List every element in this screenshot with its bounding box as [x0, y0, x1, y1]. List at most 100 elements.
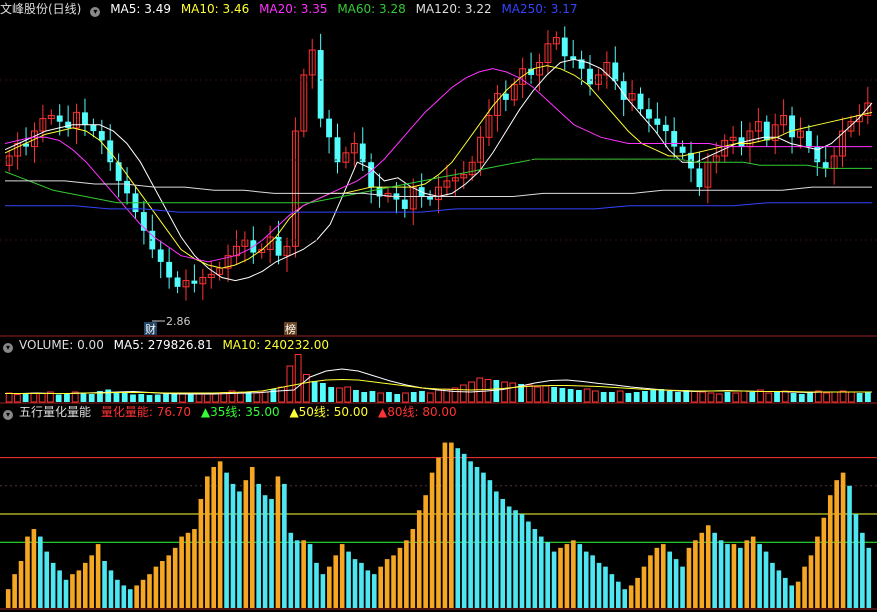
energy-bar — [628, 585, 634, 608]
energy-bar — [397, 547, 403, 608]
energy-bar — [731, 544, 737, 608]
volume-bar — [715, 393, 723, 403]
volume-bar — [344, 386, 352, 403]
energy-bar — [648, 555, 653, 608]
energy-bar — [705, 525, 711, 608]
volume-bar — [525, 384, 533, 403]
energy-bar — [526, 521, 531, 608]
energy-bar — [699, 532, 705, 608]
volume-bar — [650, 390, 657, 402]
energy-bar — [551, 551, 557, 608]
energy-bar — [654, 547, 660, 608]
energy-bar — [359, 562, 364, 608]
volume-bar — [616, 390, 624, 403]
energy-bar — [95, 544, 101, 608]
volume-bar — [575, 390, 582, 402]
candle-body — [334, 137, 341, 163]
candle-body — [317, 50, 324, 119]
candle-body — [166, 261, 173, 278]
volume-bar — [154, 394, 161, 402]
volume-bar — [55, 394, 62, 402]
energy-bar — [25, 536, 30, 608]
energy-bar — [442, 442, 448, 608]
energy-bar — [115, 579, 120, 608]
energy-bar — [834, 480, 839, 608]
rank-marker[interactable]: 榜 — [285, 322, 296, 336]
volume-bar — [377, 392, 385, 403]
volume-bar — [88, 394, 95, 402]
volume-bar — [410, 392, 417, 402]
energy-bar — [237, 491, 242, 608]
energy-bar — [249, 467, 255, 608]
volume-bar — [121, 393, 128, 402]
energy-bar — [262, 495, 268, 608]
energy-bar — [243, 480, 249, 608]
energy-bar — [802, 566, 807, 608]
energy-bar — [423, 495, 428, 608]
energy-bar — [481, 472, 486, 608]
volume-bar — [105, 389, 112, 402]
volume-bar — [320, 383, 326, 402]
energy-bar — [185, 532, 191, 608]
volume-bar — [353, 390, 359, 402]
ma-line-ma5 — [4, 58, 873, 282]
energy-bar — [622, 589, 628, 608]
ma-line-ma20 — [4, 68, 872, 263]
energy-bar — [275, 476, 281, 608]
energy-bar — [44, 551, 50, 608]
energy-bar — [795, 581, 801, 608]
volume-bar — [146, 395, 153, 402]
volume-bar — [451, 387, 459, 403]
volume-bar — [583, 388, 591, 403]
volume-bar — [798, 394, 805, 402]
energy-bar — [474, 467, 480, 608]
indicator-panel — [0, 442, 877, 608]
energy-bar — [545, 542, 550, 608]
energy-bar — [493, 491, 499, 608]
energy-bar — [204, 476, 210, 608]
energy-bar — [57, 570, 62, 608]
energy-bar — [404, 540, 409, 608]
stock-chart[interactable]: 2.86 财 榜 — [0, 0, 877, 612]
energy-bar — [282, 483, 287, 608]
volume-bar — [171, 394, 178, 402]
candle-body — [157, 249, 164, 262]
low-price-label: 2.86 — [166, 315, 191, 328]
energy-bar — [333, 555, 339, 608]
volume-bar — [542, 385, 550, 403]
candle-body — [56, 115, 63, 122]
candle-body — [115, 162, 122, 181]
candle-body — [662, 124, 669, 132]
low-annotation: 2.86 财 榜 — [144, 315, 297, 336]
energy-bar — [853, 514, 859, 608]
volume-bar — [435, 389, 442, 403]
candle-body — [561, 37, 568, 57]
candle-body — [98, 131, 105, 141]
candle-body — [326, 118, 333, 138]
candle-body — [587, 68, 593, 85]
energy-bar — [63, 579, 69, 608]
volume-bar — [80, 393, 87, 402]
energy-bar — [320, 574, 326, 608]
energy-bar — [789, 585, 795, 608]
energy-bar — [166, 555, 172, 608]
volume-bar — [13, 394, 21, 403]
energy-bar — [847, 485, 852, 608]
candle-body — [191, 280, 198, 284]
energy-bar — [763, 551, 769, 608]
candle-body — [359, 143, 366, 163]
candle-body — [822, 162, 829, 169]
finance-marker[interactable]: 财 — [145, 322, 156, 336]
candle-body — [789, 115, 795, 138]
volume-bar — [426, 392, 434, 403]
energy-bar — [410, 529, 416, 608]
energy-bar — [294, 540, 300, 608]
volume-bar — [823, 392, 830, 403]
energy-bar — [776, 570, 782, 608]
energy-bar — [172, 547, 178, 608]
energy-bar — [532, 529, 538, 608]
candle-body — [174, 277, 181, 287]
energy-bar — [127, 589, 133, 608]
energy-bar — [635, 577, 640, 608]
volume-bar — [740, 390, 748, 403]
